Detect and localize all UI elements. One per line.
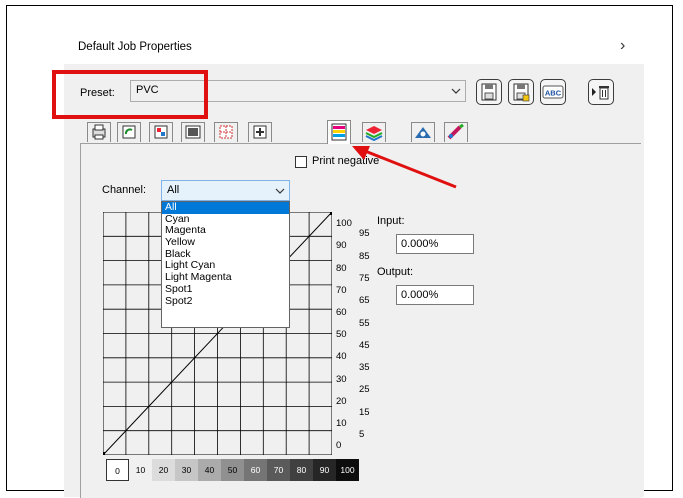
layers-icon — [365, 126, 383, 142]
curve-end-handle[interactable] — [330, 211, 334, 215]
axis-tick-right: 45 — [359, 340, 370, 351]
axis-tick-left: 80 — [336, 263, 347, 274]
input-label: Input: — [377, 215, 405, 227]
channel-dropdown[interactable]: All — [161, 180, 290, 201]
gray-step: 30 — [175, 459, 198, 481]
window-title: Default Job Properties — [78, 41, 192, 53]
save-as-button[interactable] — [508, 79, 534, 105]
axis-tick-right: 65 — [359, 295, 370, 306]
channel-option[interactable]: Spot1 — [162, 283, 289, 296]
axis-tick-left: 10 — [336, 418, 347, 429]
shape-icon — [415, 127, 431, 138]
save-button[interactable] — [476, 79, 502, 105]
axis-tick-left: 20 — [336, 396, 347, 407]
print-negative-checkbox[interactable] — [295, 156, 307, 168]
rename-button[interactable]: ABC — [540, 79, 566, 105]
layout-icon — [185, 125, 201, 139]
axis-tick-left: 30 — [336, 374, 347, 385]
tab-print-settings[interactable] — [87, 122, 111, 142]
channel-option[interactable]: Spot2 — [162, 295, 289, 308]
axis-tick-left: 100 — [336, 218, 352, 229]
chevron-down-icon — [451, 88, 461, 94]
channel-value: All — [167, 184, 180, 196]
gray-step: 20 — [152, 459, 175, 481]
tab-color-picker[interactable] — [444, 122, 468, 142]
axis-tick-right: 25 — [359, 384, 370, 395]
axis-tick-left: 0 — [336, 440, 342, 451]
color-icon — [154, 125, 168, 139]
axis-tick-left: 90 — [336, 240, 347, 251]
axis-tick-right: 35 — [359, 362, 370, 373]
axis-tick-right: 95 — [359, 228, 370, 239]
rotate-icon — [122, 125, 136, 139]
annotation-highlight-box — [52, 70, 208, 119]
delete-icon — [592, 86, 609, 100]
gray-step: 50 — [221, 459, 244, 481]
tab-position[interactable] — [248, 122, 272, 142]
chevron-down-icon — [275, 188, 285, 194]
axis-tick-right: 75 — [359, 273, 370, 284]
channel-options-list[interactable]: All Cyan Magenta Yellow Black Light Cyan… — [161, 201, 290, 328]
save-as-icon — [513, 83, 530, 102]
tab-layout[interactable] — [181, 122, 205, 142]
delete-button[interactable] — [588, 79, 614, 105]
gray-step: 60 — [244, 459, 267, 481]
axis-tick-left: 70 — [336, 285, 347, 296]
channel-label: Channel: — [102, 184, 147, 196]
rename-icon: ABC — [542, 85, 564, 99]
annotation-arrow — [352, 146, 457, 189]
tab-color[interactable] — [149, 122, 173, 142]
axis-tick-left: 60 — [336, 307, 347, 318]
output-field[interactable]: 0.000% — [396, 285, 474, 305]
rename-icon-text: ABC — [545, 89, 562, 98]
print-settings-icon — [92, 124, 106, 140]
gray-step: 100 — [336, 459, 359, 481]
gray-step: 70 — [267, 459, 290, 481]
gray-step: 10 — [129, 459, 152, 481]
color-picker-icon — [447, 123, 464, 140]
gray-scale-bar: 0 10 20 30 40 50 60 70 80 90 100 — [106, 459, 359, 481]
crop-marks-icon — [219, 125, 233, 139]
gray-step: 0 — [106, 459, 129, 481]
axis-tick-right: 55 — [359, 318, 370, 329]
gray-step: 90 — [313, 459, 336, 481]
tab-crop-marks[interactable] — [214, 122, 238, 142]
axis-tick-left: 50 — [336, 329, 347, 340]
axis-tick-right: 85 — [359, 251, 370, 262]
gray-step: 40 — [198, 459, 221, 481]
curve-start-handle[interactable] — [101, 452, 105, 456]
gray-step: 80 — [290, 459, 313, 481]
axis-tick-right: 5 — [359, 429, 365, 440]
close-icon[interactable]: › — [620, 37, 625, 55]
channel-option[interactable]: All — [162, 201, 289, 214]
input-field[interactable]: 0.000% — [396, 234, 474, 254]
position-icon — [253, 125, 267, 139]
save-icon — [481, 83, 497, 101]
tab-layers[interactable] — [362, 122, 386, 142]
axis-tick-left: 40 — [336, 351, 347, 362]
output-label: Output: — [377, 266, 414, 278]
tab-shape[interactable] — [411, 122, 435, 142]
channel-option[interactable]: Yellow — [162, 236, 289, 249]
axis-tick-right: 15 — [359, 407, 370, 418]
tab-rotate[interactable] — [117, 122, 141, 142]
